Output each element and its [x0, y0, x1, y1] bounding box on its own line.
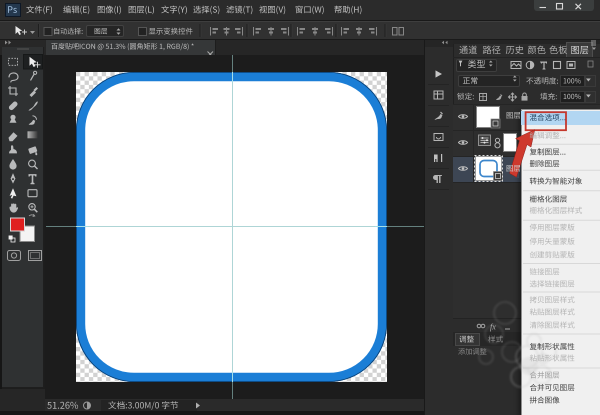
- svg-text:fx: fx: [490, 323, 496, 332]
